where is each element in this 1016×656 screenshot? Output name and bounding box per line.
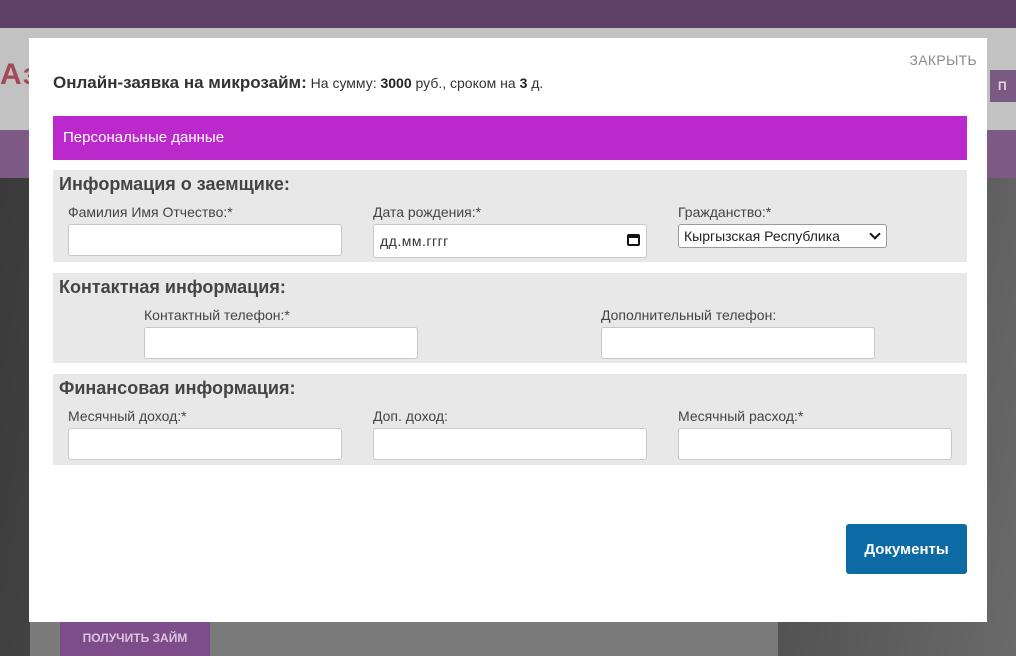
modal-title-main: Онлайн-заявка на микрозайм:: [53, 73, 307, 92]
citizenship-field: Гражданство:* Кыргызская Республика: [678, 204, 887, 248]
extra-income-field: Доп. доход:: [373, 408, 647, 460]
documents-button[interactable]: Документы: [846, 524, 967, 574]
income-label: Месячный доход:*: [68, 408, 187, 424]
income-input[interactable]: [68, 428, 342, 460]
loan-application-modal: ЗАКРЫТЬ Онлайн-заявка на микрозайм: На с…: [29, 38, 987, 622]
expense-label: Месячный расход:*: [678, 408, 804, 424]
citizenship-label: Гражданство:*: [678, 204, 772, 220]
birth-date-label: Дата рождения:*: [373, 204, 482, 220]
contact-info-group: Контактная информация: Контактный телефо…: [53, 273, 967, 363]
phone-input[interactable]: [144, 327, 418, 359]
birth-date-input[interactable]: дд.мм.гггг: [373, 224, 647, 258]
extra-phone-input[interactable]: [601, 327, 875, 359]
citizenship-selected: Кыргызская Республика: [684, 228, 840, 244]
loan-term: 3: [519, 75, 528, 91]
borrower-info-title: Информация о заемщике:: [59, 174, 290, 194]
income-field: Месячный доход:*: [68, 408, 342, 460]
contact-info-title: Контактная информация:: [59, 277, 286, 297]
birth-date-field: Дата рождения:* дд.мм.гггг: [373, 204, 647, 258]
chevron-down-icon: [869, 228, 881, 240]
phone-field: Контактный телефон:*: [144, 307, 418, 359]
expense-field: Месячный расход:*: [678, 408, 952, 460]
modal-title: Онлайн-заявка на микрозайм: На сумму: 30…: [53, 73, 543, 93]
summary-mid: руб., сроком на: [415, 75, 516, 91]
summary-suffix: д.: [531, 75, 544, 91]
full-name-field: Фамилия Имя Отчество:*: [68, 204, 342, 256]
birth-date-placeholder: дд.мм.гггг: [380, 233, 449, 249]
expense-input[interactable]: [678, 428, 952, 460]
personal-data-section-bar: Персональные данные: [53, 116, 967, 160]
loan-amount: 3000: [380, 75, 412, 91]
full-name-label: Фамилия Имя Отчество:*: [68, 204, 233, 220]
calendar-icon[interactable]: [627, 234, 640, 246]
extra-income-input[interactable]: [373, 428, 647, 460]
extra-phone-label: Дополнительный телефон:: [601, 307, 777, 323]
background-get-loan-button: ПОЛУЧИТЬ ЗАЙМ: [60, 622, 210, 656]
borrower-info-group: Информация о заемщике: Фамилия Имя Отчес…: [53, 170, 967, 262]
summary-prefix: На сумму:: [310, 75, 377, 91]
extra-income-label: Доп. доход:: [373, 408, 448, 424]
close-button[interactable]: ЗАКРЫТЬ: [909, 52, 977, 68]
full-name-input[interactable]: [68, 224, 342, 256]
extra-phone-field: Дополнительный телефон:: [601, 307, 875, 359]
finance-info-group: Финансовая информация: Месячный доход:* …: [53, 374, 967, 465]
background-nav-button: П: [990, 70, 1016, 102]
phone-label: Контактный телефон:*: [144, 307, 290, 323]
citizenship-select[interactable]: Кыргызская Республика: [678, 224, 887, 248]
finance-info-title: Финансовая информация:: [59, 378, 296, 398]
background-top-bar: [0, 0, 1016, 28]
